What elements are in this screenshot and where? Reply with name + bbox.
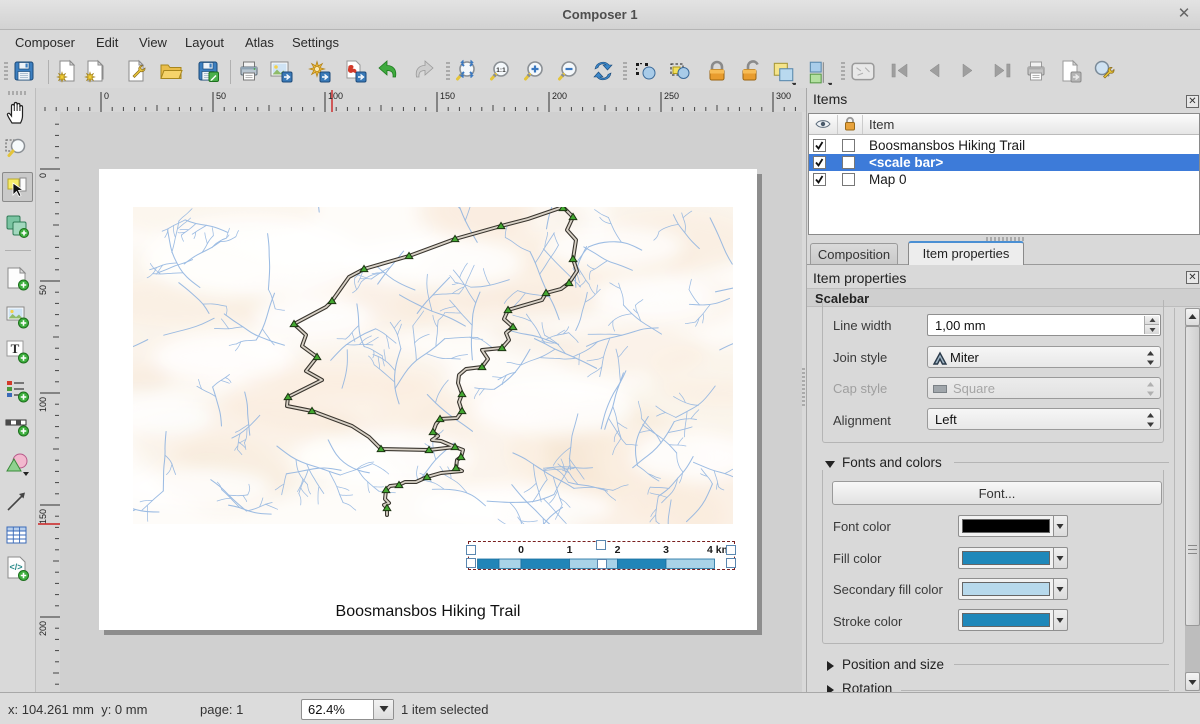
svg-text:0: 0 bbox=[38, 173, 48, 178]
svg-text:T: T bbox=[11, 341, 20, 356]
svg-text:1:1: 1:1 bbox=[496, 67, 506, 74]
svg-text:200: 200 bbox=[38, 621, 48, 636]
svg-text:</>: </> bbox=[9, 562, 22, 572]
svg-text:150: 150 bbox=[38, 509, 48, 524]
svg-text:100: 100 bbox=[38, 397, 48, 412]
svg-text:50: 50 bbox=[38, 285, 48, 295]
